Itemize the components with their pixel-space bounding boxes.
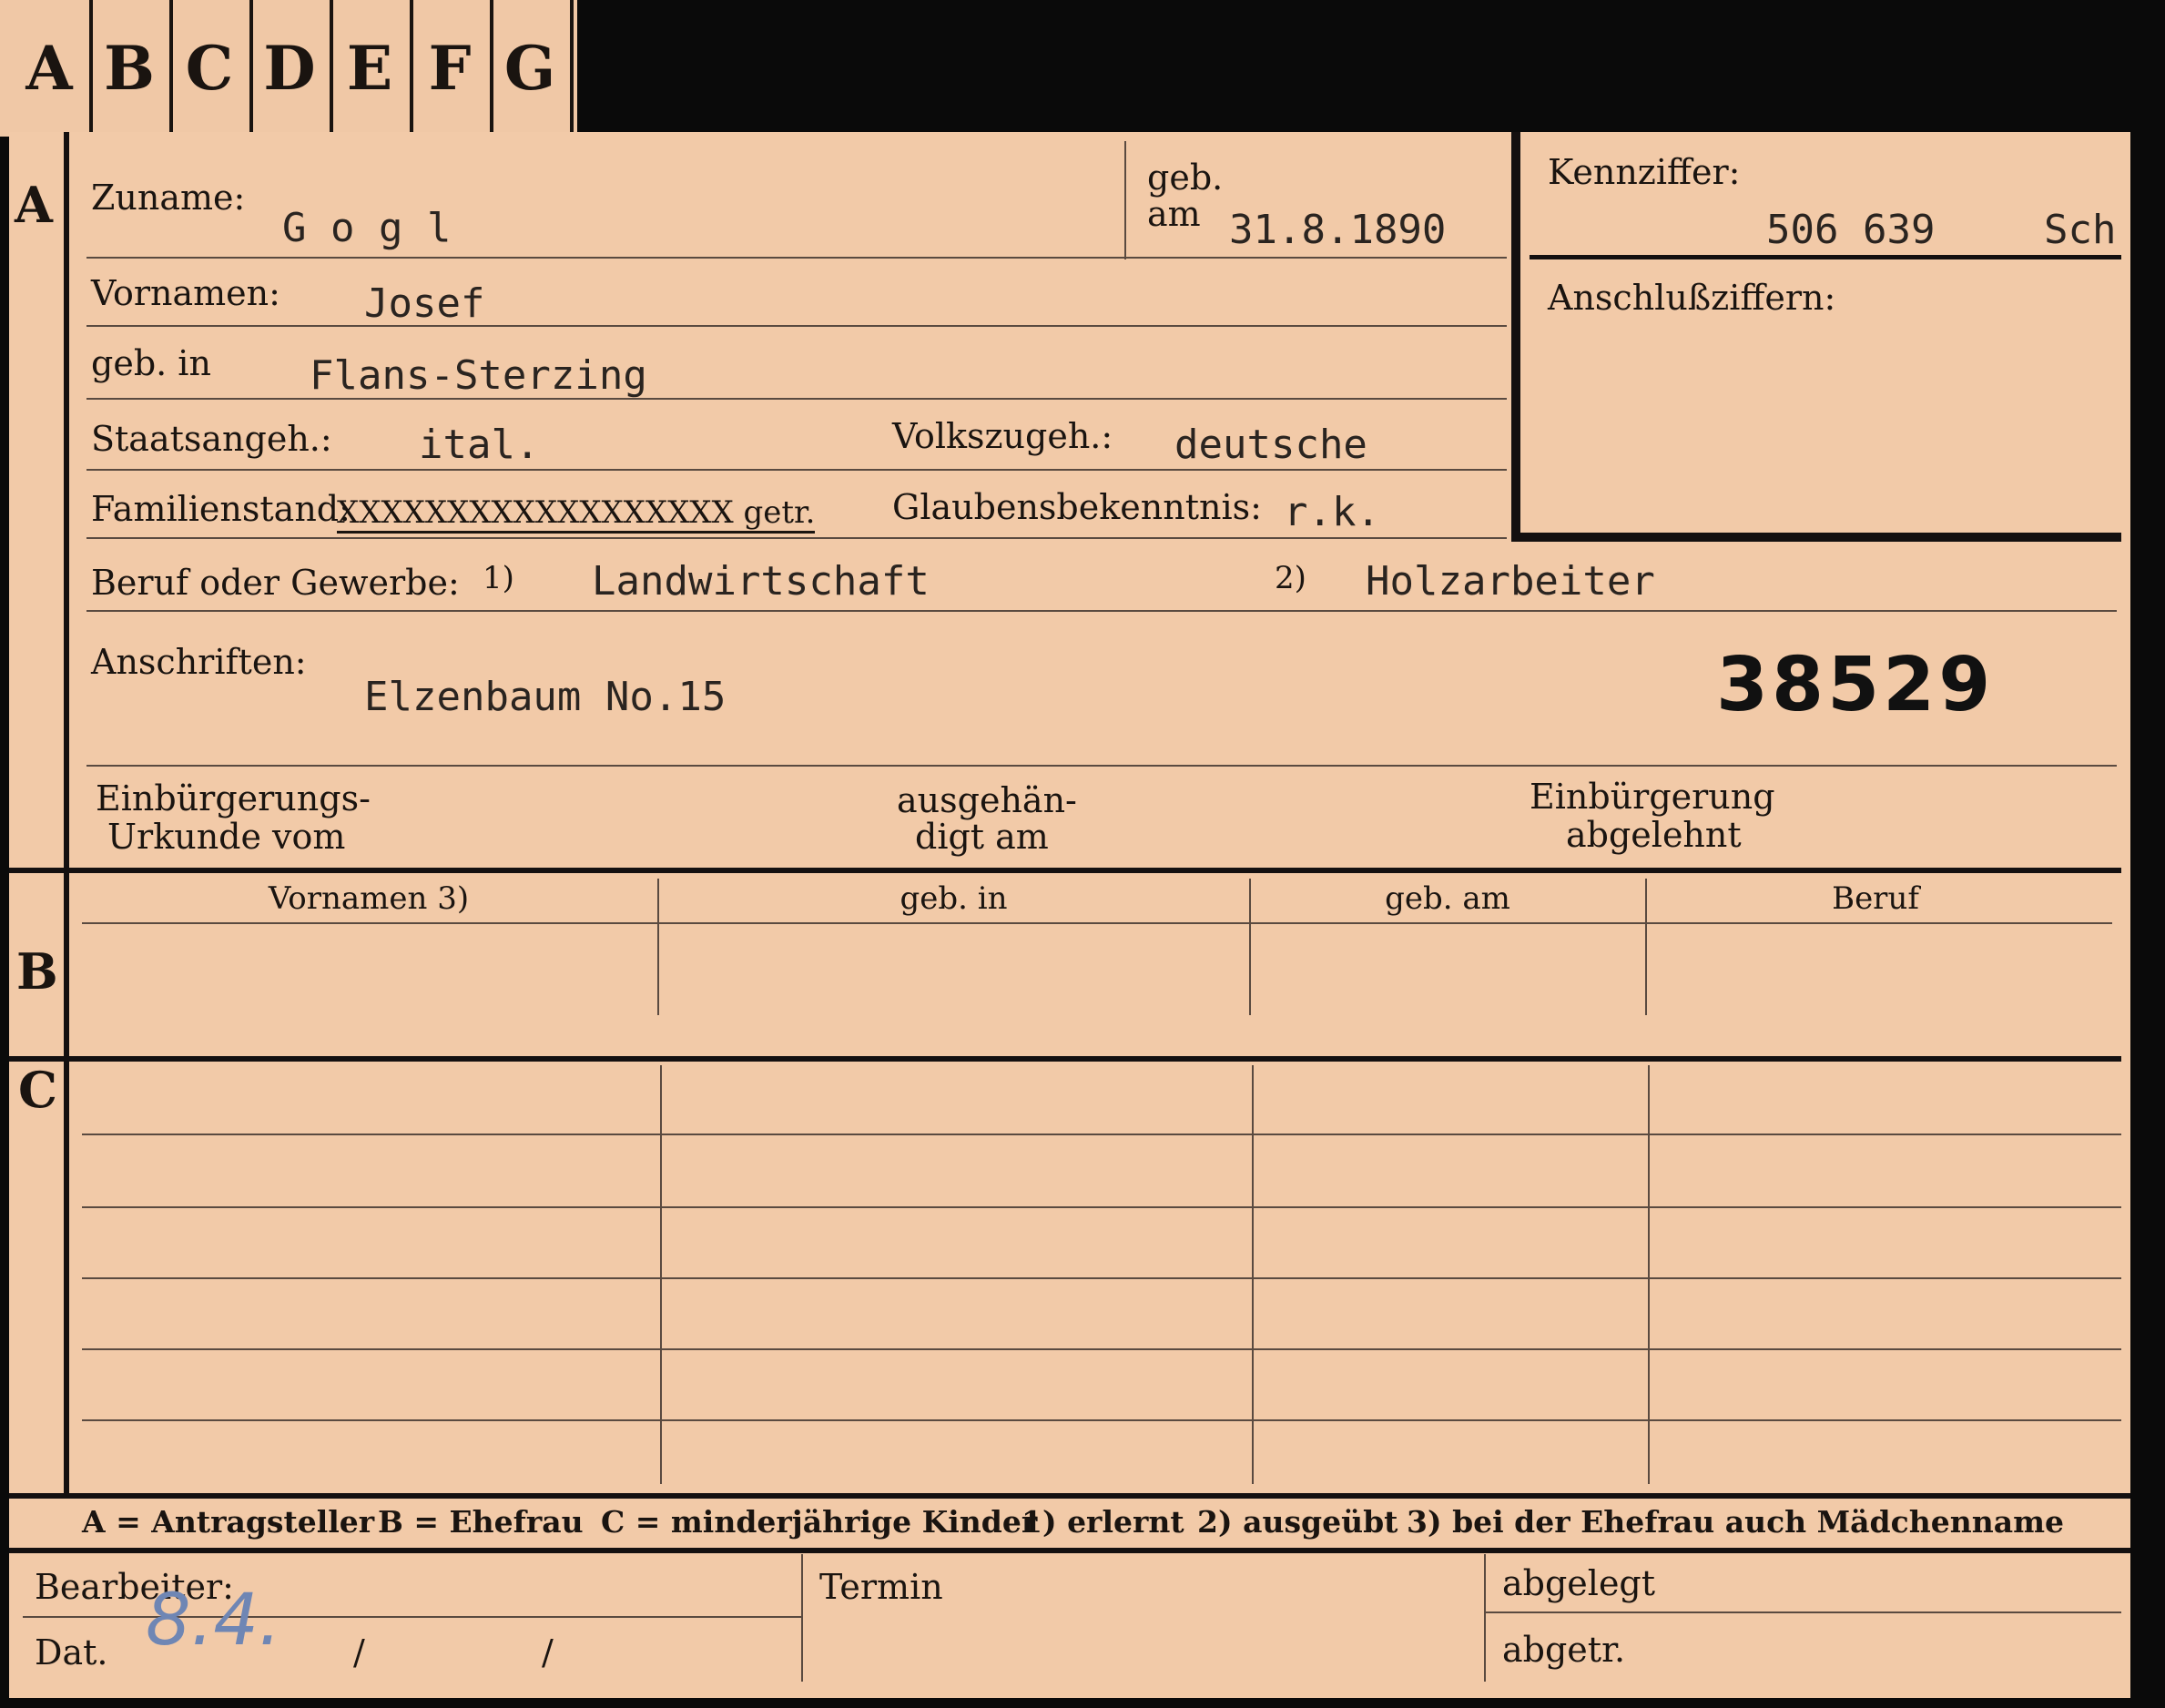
tab-a[interactable]: A <box>9 0 93 137</box>
gebin-label: geb. in <box>91 343 211 383</box>
glaubens-value: r.k. <box>1284 489 1380 535</box>
abgetr-label: abgetr. <box>1502 1630 1626 1670</box>
anschriften-label: Anschriften: <box>91 642 307 682</box>
termin-label: Termin <box>819 1567 943 1607</box>
kennziffer-value: 506 639 <box>1766 207 1936 253</box>
kennziffer-rule <box>1530 255 2121 259</box>
birth-date-value: 31.8.1890 <box>1229 207 1447 253</box>
legend-n3: 3) bei der Ehefrau auch Mädchenname <box>1407 1504 2064 1540</box>
gebin-value: Flans-Sterzing <box>310 352 647 399</box>
familien-label: Familienstand: <box>91 489 351 529</box>
slash-1: / <box>353 1632 365 1672</box>
col-divider <box>1645 879 1647 1015</box>
wife-col-vornamen: Vornamen 3) <box>268 880 470 917</box>
rule <box>86 325 1507 327</box>
zuname-label: Zuname: <box>91 178 246 218</box>
glaubens-label: Glaubensbekenntnis: <box>892 487 1262 527</box>
legend-border-top <box>9 1493 2130 1499</box>
kennziffer-label: Kennziffer: <box>1548 152 1741 192</box>
handwritten-date: 8.4. <box>146 1580 281 1662</box>
staats-label: Staatsangeh.: <box>91 419 332 459</box>
ausg-label-2: digt am <box>915 817 1049 857</box>
section-a-marker: A <box>15 176 53 234</box>
col-divider <box>1648 1065 1650 1484</box>
legend-border-bottom <box>9 1548 2130 1553</box>
rule <box>86 398 1507 400</box>
ausg-label-1: ausgehän- <box>897 780 1077 820</box>
rule <box>1484 1611 2121 1613</box>
kennziffer-box-bottom <box>1511 533 2121 542</box>
section-c-marker: C <box>18 1061 57 1119</box>
registration-card: A B C Zuname: G o g l geb. am 31.8.1890 … <box>9 132 2130 1698</box>
beruf-label: Beruf oder Gewerbe: <box>91 563 460 603</box>
tab-e[interactable]: E <box>330 0 413 137</box>
dat-label: Dat. <box>35 1632 108 1672</box>
geb-label: geb. <box>1147 158 1224 198</box>
legend-n2: 2) ausgeübt <box>1197 1504 1398 1540</box>
abgel-label-1: Einbürgerung <box>1530 777 1775 817</box>
tab-strip: A B C D E F G <box>0 0 577 137</box>
section-b-marker: B <box>16 942 58 1001</box>
anschluss-label: Anschlußziffern: <box>1548 278 1836 318</box>
wife-col-gebam: geb. am <box>1385 880 1510 917</box>
wife-col-beruf: Beruf <box>1832 880 1919 917</box>
rule <box>82 1348 2121 1350</box>
rule <box>82 1206 2121 1208</box>
divider <box>1124 141 1126 259</box>
zuname-value: G o g l <box>282 205 452 251</box>
einb-label-2: Urkunde vom <box>107 817 346 857</box>
legend-c: C = minderjährige Kinder <box>601 1504 1038 1540</box>
col-divider <box>660 1065 662 1484</box>
abgelegt-label: abgelegt <box>1502 1563 1656 1603</box>
beruf-learned-value: Landwirtschaft <box>592 558 930 605</box>
volks-value: deutsche <box>1174 422 1367 468</box>
legend-a: A = Antragsteller <box>82 1504 375 1540</box>
slash-2: / <box>542 1632 554 1672</box>
col-divider <box>1484 1554 1486 1682</box>
vornamen-label: Vornamen: <box>91 273 280 313</box>
staats-value: ital. <box>419 422 540 468</box>
beruf-practised-value: Holzarbeiter <box>1366 558 1655 605</box>
rule <box>82 1277 2121 1279</box>
abgel-label-2: abgelehnt <box>1566 815 1742 855</box>
rule <box>86 257 1507 259</box>
legend-n1: 1) erlernt <box>1022 1504 1184 1540</box>
anschriften-value: Elzenbaum No.15 <box>364 674 727 720</box>
rule <box>86 765 2117 767</box>
section-c-border <box>9 1056 2121 1062</box>
rule <box>86 610 2117 612</box>
rule <box>86 469 1507 471</box>
rule <box>82 1419 2121 1421</box>
col-divider <box>657 879 659 1015</box>
kennziffer-box-left <box>1511 132 1520 542</box>
familien-value: XXXXXXXXXXXXXXXXXX getr. <box>337 494 816 534</box>
col-divider <box>801 1554 803 1682</box>
number-stamp: 38529 <box>1716 642 1995 728</box>
tab-c[interactable]: C <box>169 0 253 137</box>
beruf-mark1: 1) <box>483 560 514 596</box>
rule <box>82 1134 2121 1135</box>
section-b-border <box>9 868 2121 873</box>
tab-b[interactable]: B <box>89 0 173 137</box>
tab-d[interactable]: D <box>249 0 333 137</box>
wife-col-gebin: geb. in <box>900 880 1008 917</box>
rule <box>86 537 1507 539</box>
rule <box>82 922 2112 924</box>
rule <box>23 1616 801 1618</box>
kennziffer-suffix: Sch <box>2044 207 2117 253</box>
vornamen-value: Josef <box>364 280 485 327</box>
beruf-mark2: 2) <box>1275 560 1306 596</box>
einb-label-1: Einbürgerungs- <box>96 778 371 818</box>
col-divider <box>1249 879 1251 1015</box>
volks-label: Volkszugeh.: <box>892 416 1113 456</box>
am-label: am <box>1147 194 1201 234</box>
tab-f[interactable]: F <box>410 0 493 137</box>
margin-line <box>64 132 69 1498</box>
col-divider <box>1252 1065 1254 1484</box>
tab-g[interactable]: G <box>490 0 574 137</box>
legend-b: B = Ehefrau <box>378 1504 584 1540</box>
